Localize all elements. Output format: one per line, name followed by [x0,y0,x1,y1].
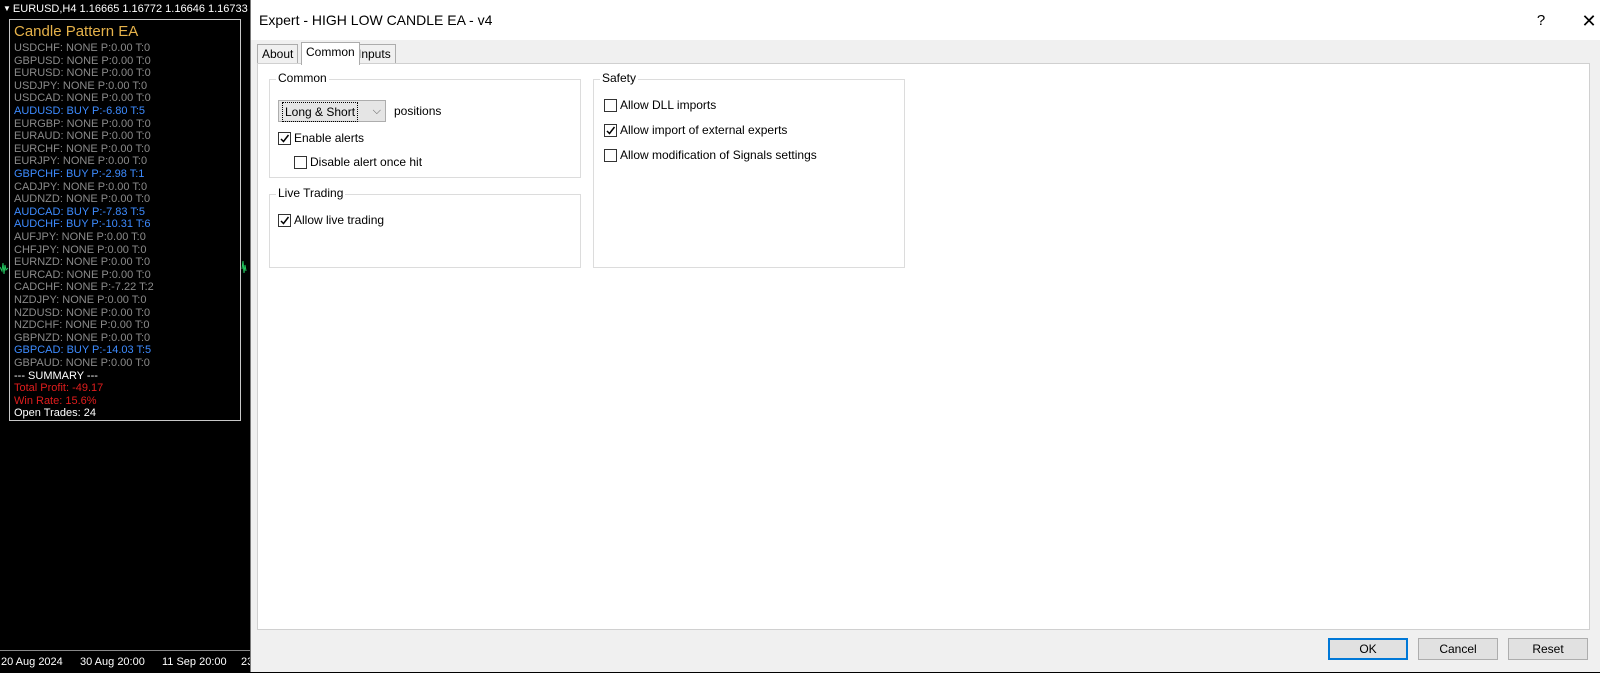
checkbox-box[interactable] [604,98,617,112]
allow-dll-imports-label: Allow DLL imports [620,98,717,112]
status-row: USDCHF: NONE P:0.00 T:0 [14,42,151,54]
allow-live-trading-checkbox[interactable]: Allow live trading [278,213,384,227]
checkmark-icon [280,134,290,143]
time-label: 11 Sep 20:00 [162,656,227,668]
checkbox-box[interactable] [278,213,291,227]
status-row: CHFJPY: NONE P:0.00 T:0 [14,243,147,256]
allow-import-external-experts-checkbox[interactable]: Allow import of external experts [604,123,787,137]
disable-alert-once-hit-checkbox[interactable]: Disable alert once hit [294,155,422,169]
chart-window[interactable]: ▼ EURUSD,H4 1.16665 1.16772 1.16646 1.167… [0,0,250,672]
help-button[interactable]: ? [1521,8,1561,34]
status-row: NZDJPY: NONE P:0.00 T:0 [14,294,147,306]
tab-common[interactable]: Common [301,42,360,65]
time-label: 20 Aug 2024 [1,656,63,668]
status-row: --- SUMMARY --- [14,369,98,382]
status-row: NZDUSD: NONE P:0.00 T:0 [14,306,151,319]
group-safety-title: Safety [600,71,639,85]
status-row: GBPCHF: BUY P:-2.98 T:1 [14,168,145,180]
status-row: CADJPY: NONE P:0.00 T:0 [14,180,148,193]
time-label: 30 Aug 20:00 [80,656,145,668]
triangle-down-icon[interactable]: ▼ [3,0,11,18]
price-line-left [0,262,9,275]
status-row: AUDCAD: BUY P:-7.83 T:5 [14,205,146,218]
allow-dll-imports-checkbox[interactable]: Allow DLL imports [604,98,716,112]
chart-header: ▼ EURUSD,H4 1.16665 1.16772 1.16646 1.167… [0,0,250,18]
status-row: USDJPY: NONE P:0.00 T:0 [14,79,148,92]
allow-live-trading-label: Allow live trading [294,213,385,227]
position-mode-select[interactable]: Long & Short ⌵ [278,100,386,122]
checkbox-box[interactable] [604,123,617,137]
price-line-right [241,260,247,274]
disable-alert-once-hit-label: Disable alert once hit [310,155,423,169]
status-row: NZDCHF: NONE P:0.00 T:0 [14,319,150,332]
status-row: GBPUSD: NONE P:0.00 T:0 [14,54,151,67]
allow-signals-modification-label: Allow modification of Signals settings [620,148,817,162]
status-row: AUDCHF: BUY P:-10.31 T:6 [14,218,151,231]
position-mode-value: Long & Short [282,102,359,122]
checkbox-box[interactable] [294,155,307,169]
group-safety: Safety Allow DLL imports Allow import of… [593,71,905,268]
status-row: Open Trades: 24 [14,407,96,420]
status-row: GBPAUD: NONE P:0.00 T:0 [14,357,150,369]
status-row: EURGBP: NONE P:0.00 T:0 [14,117,151,130]
status-row: Win Rate: 15.6% [14,394,97,407]
reset-button[interactable]: Reset [1508,638,1588,660]
close-icon[interactable]: ✕ [1569,8,1600,34]
chevron-down-icon: ⌵ [372,105,381,117]
group-live-trading-title: Live Trading [276,186,346,200]
status-row: AUDUSD: BUY P:-6.80 T:5 [14,105,146,117]
checkbox-box[interactable] [604,148,617,162]
allow-signals-modification-checkbox[interactable]: Allow modification of Signals settings [604,148,817,162]
status-row: EURAUD: NONE P:0.00 T:0 [14,130,151,143]
checkmark-icon [280,216,290,225]
time-label: 23 [241,656,250,668]
ea-panel-title: Candle Pattern EA [14,23,139,40]
tab-about[interactable]: About [257,44,299,64]
price-line [0,260,247,275]
dialog-title: Expert - HIGH LOW CANDLE EA - v4 [259,12,493,28]
time-axis: 20 Aug 2024 30 Aug 20:00 11 Sep 20:00 23 [0,650,250,673]
expert-properties-dialog: Expert - HIGH LOW CANDLE EA - v4 ? ✕ Abo… [250,0,1600,672]
status-row: EURCHF: NONE P:0.00 T:0 [14,142,151,155]
enable-alerts-checkbox[interactable]: Enable alerts [278,131,364,145]
status-row: AUFJPY: NONE P:0.00 T:0 [14,231,146,243]
status-row: EURJPY: NONE P:0.00 T:0 [14,155,148,168]
group-common: Common Long & Short ⌵ positions Enable a… [269,71,581,178]
checkmark-icon [606,126,616,135]
allow-import-external-experts-label: Allow import of external experts [620,123,788,137]
status-row: AUDNZD: NONE P:0.00 T:0 [14,193,151,206]
status-row: EURUSD: NONE P:0.00 T:0 [14,67,151,80]
ea-status-panel: Candle Pattern EA USDCHF: NONE P:0.00 T:… [9,19,241,421]
status-row: Total Profit: -49.17 [14,382,104,395]
positions-label: positions [394,104,442,118]
cancel-button[interactable]: Cancel [1418,638,1498,660]
status-row: USDCAD: NONE P:0.00 T:0 [14,92,151,105]
enable-alerts-label: Enable alerts [294,131,365,145]
status-row: GBPNZD: NONE P:0.00 T:0 [14,331,151,344]
checkbox-box[interactable] [278,131,291,145]
ok-button[interactable]: OK [1328,638,1408,660]
status-row: GBPCAD: BUY P:-14.03 T:5 [14,344,152,357]
group-live-trading: Live Trading Allow live trading [269,186,581,268]
group-common-title: Common [276,71,329,85]
common-tab-page: Common Long & Short ⌵ positions Enable a… [257,63,1590,630]
chart-symbol-quote: EURUSD,H4 1.16665 1.16772 1.16646 1.1673… [12,3,248,15]
dialog-titlebar[interactable]: Expert - HIGH LOW CANDLE EA - v4 ? ✕ [251,0,1600,40]
